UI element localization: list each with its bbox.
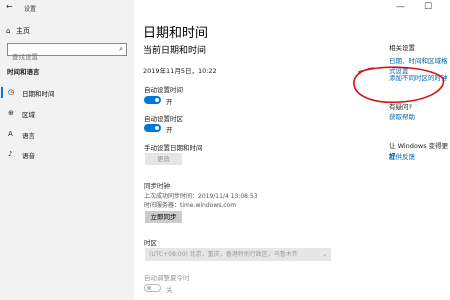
home-link[interactable]: ⌂ 主页 [6,26,30,36]
auto-timezone-state: 开 [166,126,173,134]
change-button[interactable]: 更改 [145,153,182,165]
microphone-icon: ♪ [8,150,13,158]
main-content: — ☐ 日期和时间 当前日期和时间 2019年11月5日，10:22 自动设置时… [134,0,450,300]
auto-time-label: 自动设置时间 [144,86,183,94]
home-label: 主页 [16,27,30,35]
dst-state: 关 [166,286,173,294]
page-title: 日期和时间 [143,26,209,41]
auto-time-toggle[interactable] [144,96,161,104]
sidebar-item-date-time[interactable]: ◷ 日期和时间 [0,86,134,100]
auto-timezone-label: 自动设置时区 [144,115,183,123]
title-bar: ← 设置 [0,0,134,16]
get-help-link[interactable]: 获取帮助 [389,111,415,121]
timezone-value: (UTC+08:00) 北京，重庆，香港特别行政区，乌鲁木齐 [149,251,298,258]
auto-timezone-toggle[interactable] [144,124,161,132]
search-icon[interactable]: ⌕ [119,45,123,54]
sidebar-item-label: 日期和时间 [22,90,55,98]
clock-icon: ◷ [8,88,15,96]
sidebar-item-label: 语音 [22,152,35,160]
timezone-label: 时区 [144,239,157,247]
dst-label: 自动调整夏令时 [144,274,190,282]
chevron-down-icon: ⌄ [321,251,327,258]
red-circle-annotation [353,66,445,104]
toggle-knob [155,126,159,130]
window-title: 设置 [24,6,37,13]
auto-time-state: 开 [166,98,173,106]
sync-clock-title: 同步时钟 [144,182,170,190]
current-datetime-heading: 当前日期和时间 [143,46,207,56]
section-title: 时间和语言 [7,68,40,76]
timezone-select[interactable]: (UTC+08:00) 北京，重庆，香港特别行政区，乌鲁木齐 ⌄ [145,248,331,261]
last-sync-text: 上次成功同步时间：2019/11/4 13:08:53 [144,193,258,200]
dst-toggle[interactable] [144,284,161,292]
search-input[interactable] [8,51,112,63]
language-icon: A [8,130,13,138]
feedback-link[interactable]: 提供反馈 [389,151,415,161]
home-icon: ⌂ [6,27,11,35]
toggle-knob [147,286,151,290]
sidebar-item-label: 区域 [22,111,35,119]
manual-time-label: 手动设置日期和时间 [144,144,203,152]
time-server-text: 时间服务器：time.windows.com [144,202,237,209]
current-datetime-value: 2019年11月5日，10:22 [143,67,217,75]
sidebar-item-region[interactable]: ⊕ 区域 [0,107,134,121]
settings-sidebar: ← 设置 ⌂ 主页 ⌕ 时间和语言 ◷ 日期和时间 ⊕ 区域 A 语言 ♪ 语音 [0,0,134,300]
search-box[interactable]: ⌕ [7,43,127,63]
toggle-knob [155,98,159,102]
sidebar-item-speech[interactable]: ♪ 语音 [0,148,134,162]
sidebar-item-label: 语言 [22,132,35,140]
related-settings-title: 相关设置 [389,44,415,52]
active-indicator [1,87,3,98]
globe-icon: ⊕ [8,109,14,117]
maximize-button[interactable]: ☐ [424,2,432,12]
sync-now-button[interactable]: 立即同步 [145,211,182,223]
sidebar-item-language[interactable]: A 语言 [0,128,134,142]
minimize-button[interactable]: — [396,2,405,12]
back-arrow-icon[interactable]: ← [6,2,13,11]
